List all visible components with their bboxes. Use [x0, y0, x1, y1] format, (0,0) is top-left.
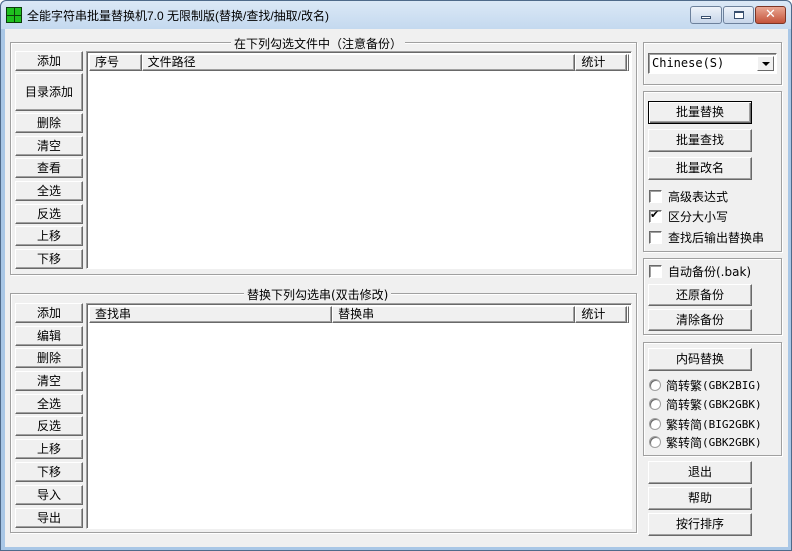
client-area: 在下列勾选文件中（注意备份） 添加 目录添加 删除 清空 查看 全选 反选 上移… [5, 29, 788, 547]
file-clear-button[interactable]: 清空 [15, 136, 83, 156]
file-select-all-button[interactable]: 全选 [15, 181, 83, 201]
batch-replace-button[interactable]: 批量替换 [648, 101, 752, 124]
case-sensitive-checkbox[interactable] [649, 208, 662, 223]
string-list[interactable]: 查找串 替换串 统计 [86, 303, 632, 529]
exit-button[interactable]: 退出 [648, 461, 752, 484]
maximize-button[interactable] [723, 6, 754, 24]
language-select[interactable]: Chinese(S) [648, 53, 777, 74]
radio-button[interactable] [649, 418, 661, 430]
dir-add-button[interactable]: 目录添加 [15, 73, 83, 111]
string-move-up-button[interactable]: 上移 [15, 439, 83, 459]
auto-backup-option[interactable]: 自动备份(.bak) [649, 263, 751, 279]
string-select-all-button[interactable]: 全选 [15, 394, 83, 414]
sort-lines-button[interactable]: 按行排序 [648, 513, 752, 536]
column-file-path[interactable]: 文件路径 [141, 54, 576, 71]
batch-find-button[interactable]: 批量查找 [648, 129, 752, 152]
string-edit-button[interactable]: 编辑 [15, 326, 83, 346]
file-view-button[interactable]: 查看 [15, 158, 83, 178]
help-button[interactable]: 帮助 [648, 487, 752, 510]
chevron-down-icon[interactable] [757, 56, 774, 71]
string-export-button[interactable]: 导出 [15, 508, 83, 528]
string-clear-button[interactable]: 清空 [15, 371, 83, 391]
file-move-down-button[interactable]: 下移 [15, 249, 83, 269]
encoding-option-gbk2gbk-simp[interactable]: 繁转简 (GBK2GBK) [649, 434, 762, 450]
file-invert-select-button[interactable]: 反选 [15, 204, 83, 224]
string-invert-select-button[interactable]: 反选 [15, 416, 83, 436]
column-count[interactable]: 统计 [575, 54, 627, 71]
encoding-option-gbk2gbk-trad[interactable]: 简转繁 (GBK2GBK) [649, 396, 762, 412]
title-bar[interactable]: 全能字符串批量替换机7.0 无限制版(替换/查找/抽取/改名) ✕ [1, 1, 791, 29]
string-list-header: 查找串 替换串 统计 [89, 306, 629, 323]
file-move-up-button[interactable]: 上移 [15, 226, 83, 246]
minimize-icon [701, 16, 711, 19]
language-value: Chinese(S) [652, 56, 725, 70]
close-button[interactable]: ✕ [755, 6, 786, 24]
string-delete-button[interactable]: 删除 [15, 348, 83, 368]
radio-button[interactable] [649, 379, 661, 391]
output-replace-after-find-checkbox[interactable] [649, 230, 662, 244]
case-sensitive-option[interactable]: 区分大小写 [649, 208, 728, 224]
minimize-button[interactable] [690, 6, 722, 24]
restore-backup-button[interactable]: 还原备份 [648, 284, 752, 306]
encoding-option-big2gbk[interactable]: 繁转简 (BIG2GBK) [649, 416, 762, 432]
clear-backup-button[interactable]: 清除备份 [648, 309, 752, 331]
radio-button[interactable] [649, 398, 661, 410]
string-group-legend: 替换下列勾选串(双击修改) [244, 286, 392, 303]
string-move-down-button[interactable]: 下移 [15, 462, 83, 482]
radio-button[interactable] [649, 436, 661, 448]
output-replace-after-find-option[interactable]: 查找后输出替换串 [649, 229, 764, 245]
file-list[interactable]: 序号 文件路径 统计 [86, 51, 632, 269]
close-icon: ✕ [765, 7, 776, 22]
encoding-option-gbk2big[interactable]: 简转繁 (GBK2BIG) [649, 377, 762, 393]
file-delete-button[interactable]: 删除 [15, 113, 83, 133]
app-window: 全能字符串批量替换机7.0 无限制版(替换/查找/抽取/改名) ✕ 在下列勾选文… [0, 0, 792, 551]
maximize-icon [734, 11, 744, 19]
window-title: 全能字符串批量替换机7.0 无限制版(替换/查找/抽取/改名) [27, 9, 330, 23]
file-add-button[interactable]: 添加 [15, 51, 83, 71]
string-add-button[interactable]: 添加 [15, 303, 83, 323]
file-group-legend: 在下列勾选文件中（注意备份） [231, 35, 406, 52]
column-count[interactable]: 统计 [575, 306, 627, 323]
column-replace-string[interactable]: 替换串 [332, 306, 576, 323]
column-index[interactable]: 序号 [89, 54, 142, 71]
auto-backup-checkbox[interactable] [649, 264, 662, 278]
advanced-expression-checkbox[interactable] [649, 189, 662, 203]
column-find-string[interactable]: 查找串 [89, 306, 333, 323]
string-import-button[interactable]: 导入 [15, 485, 83, 505]
batch-rename-button[interactable]: 批量改名 [648, 157, 752, 180]
file-list-header: 序号 文件路径 统计 [89, 54, 629, 71]
advanced-expression-option[interactable]: 高级表达式 [649, 188, 728, 204]
encoding-convert-button[interactable]: 内码替换 [648, 348, 752, 371]
app-icon [6, 7, 22, 23]
